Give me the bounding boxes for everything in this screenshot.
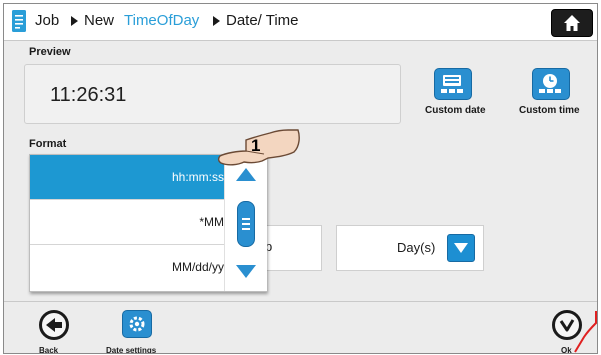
red-callout-line: [574, 311, 597, 353]
scroll-thumb[interactable]: [237, 201, 255, 247]
clock-icon: [539, 74, 561, 93]
calendar-stack-icon: [441, 75, 463, 93]
date-settings-button[interactable]: [122, 310, 152, 338]
unit-select-value: Day(s): [397, 240, 436, 255]
custom-time-label: Custom time: [519, 105, 580, 116]
preview-value: 11:26:31: [50, 84, 127, 106]
format-option-mm[interactable]: *MM: [30, 200, 224, 244]
back-arrow-icon: [46, 318, 62, 332]
home-button[interactable]: [551, 9, 593, 37]
date-settings-label: Date settings: [106, 346, 157, 354]
breadcrumb-arrow-icon: [71, 16, 78, 26]
back-label: Back: [39, 346, 59, 354]
pointing-hand-icon: [217, 129, 300, 166]
format-label: Format: [29, 138, 67, 150]
custom-date-label: Custom date: [425, 105, 486, 116]
document-icon: [12, 10, 26, 32]
app-window: Job New TimeOfDay Date/ Time Preview 11:…: [3, 3, 598, 354]
callout-number: 1: [251, 136, 261, 155]
breadcrumb-job[interactable]: Job: [35, 12, 59, 29]
top-bar: Job New TimeOfDay Date/ Time: [4, 4, 597, 41]
unit-dropdown-button[interactable]: [447, 234, 475, 262]
format-dropdown-list: hh:mm:ss *MM MM/dd/yy: [29, 154, 267, 292]
breadcrumb-new[interactable]: New: [84, 12, 114, 29]
preview-label: Preview: [29, 46, 71, 58]
format-option-label: *MM: [199, 215, 224, 229]
chevron-down-icon: [454, 243, 468, 253]
format-option-label: MM/dd/yy: [171, 260, 224, 274]
custom-time-button[interactable]: [532, 68, 570, 100]
checkmark-icon: [559, 319, 575, 332]
ok-label: Ok: [561, 346, 572, 354]
gear-icon: [129, 316, 145, 332]
format-option-hhmmss[interactable]: hh:mm:ss: [30, 155, 224, 199]
format-option-mmddyy[interactable]: MM/dd/yy: [30, 245, 224, 289]
breadcrumb-arrow-icon: [213, 16, 220, 26]
back-button[interactable]: [39, 310, 69, 340]
breadcrumb-datetime: Date/ Time: [226, 12, 299, 29]
home-icon: [564, 15, 580, 31]
scroll-down-icon[interactable]: [236, 265, 256, 278]
footer-bar: Back Date settings Ok: [4, 301, 597, 354]
breadcrumb-timeofday[interactable]: TimeOfDay: [124, 12, 199, 29]
custom-date-button[interactable]: [434, 68, 472, 100]
format-scrollbar[interactable]: [224, 155, 267, 291]
unit-select[interactable]: Day(s): [336, 225, 484, 271]
